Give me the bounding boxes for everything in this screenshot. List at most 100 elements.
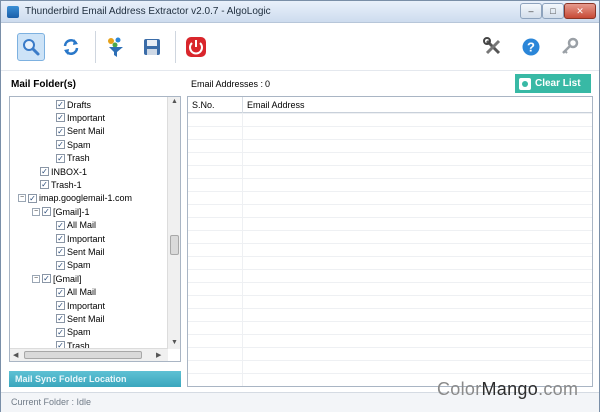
scroll-left-icon[interactable]: ◀ (13, 351, 18, 359)
tree-item[interactable]: − ✓ [Gmail] (32, 272, 82, 285)
settings-button[interactable] (479, 33, 507, 61)
tree-horizontal-scrollbar[interactable]: ◀ ▶ (10, 348, 168, 361)
tree-item[interactable]: ✓ Drafts (56, 98, 91, 111)
tree-item-label: Trash (67, 153, 90, 164)
folder-checkbox[interactable]: ✓ (40, 167, 49, 176)
scroll-right-icon[interactable]: ▶ (156, 351, 161, 359)
folder-checkbox[interactable]: ✓ (56, 220, 65, 230)
tree-item[interactable]: ✓ INBOX-1 (40, 165, 87, 178)
email-count-value: 0 (265, 79, 271, 89)
vertical-scroll-thumb[interactable] (170, 235, 179, 255)
folder-checkbox[interactable]: ✓ (56, 314, 65, 324)
tree-item[interactable]: ✓ Spam (56, 138, 91, 151)
folder-checkbox[interactable]: ✓ (56, 153, 65, 163)
folder-checkbox[interactable]: ✓ (56, 260, 65, 270)
collapse-toggle-icon[interactable]: − (32, 207, 40, 216)
tree-item-label: INBOX-1 (51, 166, 88, 177)
folder-checkbox[interactable]: ✓ (40, 180, 49, 190)
tree-item[interactable]: ✓ Sent Mail (56, 312, 105, 325)
minimize-button[interactable]: – (520, 3, 542, 19)
collapse-toggle-icon[interactable]: − (18, 194, 26, 203)
tree-item[interactable]: ✓ Spam (56, 259, 91, 272)
tree-item-label: Spam (67, 327, 91, 338)
power-icon (186, 37, 206, 57)
exit-button[interactable] (182, 33, 210, 61)
folder-checkbox[interactable]: ✓ (42, 207, 51, 217)
title-bar: Thunderbird Email Address Extractor v2.0… (1, 1, 599, 23)
scroll-down-icon[interactable]: ▼ (171, 339, 178, 346)
horizontal-scroll-thumb[interactable] (24, 351, 142, 359)
tree-item[interactable]: ✓ Spam (56, 326, 91, 339)
email-count-label: Email Addresses : (191, 79, 264, 89)
window-title: Thunderbird Email Address Extractor v2.0… (25, 6, 271, 17)
tree-item[interactable]: − ✓ imap.googlemail-1.com (18, 192, 132, 205)
search-icon (23, 39, 40, 56)
tree-item-label: Important (67, 300, 106, 311)
close-button[interactable]: ✕ (564, 3, 596, 19)
folder-checkbox[interactable]: ✓ (56, 126, 65, 136)
license-button[interactable] (556, 33, 584, 61)
tree-item[interactable]: ✓ All Mail (56, 286, 96, 299)
tree-item[interactable]: ✓ Trash-1 (40, 178, 82, 191)
filter-icon (108, 37, 123, 57)
toolbar-separator (95, 31, 96, 63)
tree-item-label: Important (67, 233, 106, 244)
save-button[interactable] (138, 33, 166, 61)
tree-item-label: Sent Mail (67, 313, 105, 324)
maximize-button[interactable]: □ (542, 3, 564, 19)
folder-tree[interactable]: ✓ Drafts ✓ Important ✓ Sent Mail ✓ Spam ✓ Trash ✓ I… (9, 96, 181, 362)
search-button[interactable] (17, 33, 45, 61)
mail-folders-header: Mail Folder(s) (11, 79, 77, 90)
tree-item-label: Important (67, 112, 106, 123)
mail-sync-folder-button[interactable]: Mail Sync Folder Location (9, 371, 181, 387)
email-grid[interactable]: S.No. Email Address (187, 96, 593, 387)
folder-checkbox[interactable]: ✓ (56, 140, 65, 150)
folder-checkbox[interactable]: ✓ (56, 327, 65, 337)
column-header-email[interactable]: Email Address (247, 100, 305, 110)
tree-item-label: Sent Mail (67, 246, 105, 257)
tree-item-label: Sent Mail (67, 126, 105, 137)
clear-icon (519, 77, 531, 90)
folder-checkbox[interactable]: ✓ (56, 301, 65, 310)
tree-item[interactable]: ✓ All Mail (56, 219, 96, 232)
scroll-up-icon[interactable]: ▲ (171, 98, 178, 105)
tree-item[interactable]: ✓ Important (56, 232, 105, 245)
tree-item[interactable]: ✓ Sent Mail (56, 245, 105, 258)
toolbar-separator (175, 31, 176, 63)
column-divider[interactable] (242, 97, 243, 113)
column-header-sno[interactable]: S.No. (192, 100, 215, 110)
help-button[interactable]: ? (517, 33, 545, 61)
grid-header: S.No. Email Address (188, 97, 592, 113)
watermark-mango: Mango (481, 379, 539, 399)
filter-button[interactable] (102, 33, 130, 61)
tools-icon (483, 37, 501, 55)
folder-checkbox[interactable]: ✓ (56, 247, 65, 257)
app-icon (7, 6, 19, 18)
tree-item[interactable]: − ✓ [Gmail]-1 (32, 205, 90, 218)
tree-item[interactable]: ✓ Important (56, 111, 105, 124)
svg-text:?: ? (527, 40, 535, 55)
folder-checkbox[interactable]: ✓ (56, 287, 65, 297)
folder-checkbox[interactable]: ✓ (56, 234, 65, 243)
collapse-toggle-icon[interactable]: − (32, 274, 40, 283)
refresh-button[interactable] (57, 33, 85, 61)
tree-item-label: Trash-1 (51, 179, 82, 190)
folder-checkbox[interactable]: ✓ (56, 113, 65, 123)
key-icon (562, 37, 579, 54)
help-icon: ? (522, 38, 540, 56)
tree-item[interactable]: ✓ Trash (56, 152, 90, 165)
current-folder-status: Current Folder : Idle (11, 397, 92, 407)
tree-item-label: [Gmail]-1 (53, 206, 90, 217)
tree-item-label: All Mail (67, 220, 97, 231)
tree-item[interactable]: ✓ Important (56, 299, 105, 312)
folder-checkbox[interactable]: ✓ (56, 100, 65, 109)
toolbar: ? (1, 23, 599, 71)
clear-list-button[interactable]: Clear List (515, 74, 591, 93)
tree-item-label: Drafts (67, 99, 92, 110)
save-icon (144, 39, 160, 55)
folder-checkbox[interactable]: ✓ (42, 274, 51, 284)
tree-vertical-scrollbar[interactable]: ▲ ▼ (167, 97, 180, 349)
app-window: Thunderbird Email Address Extractor v2.0… (0, 0, 600, 412)
folder-checkbox[interactable]: ✓ (28, 193, 37, 203)
tree-item[interactable]: ✓ Sent Mail (56, 125, 105, 138)
